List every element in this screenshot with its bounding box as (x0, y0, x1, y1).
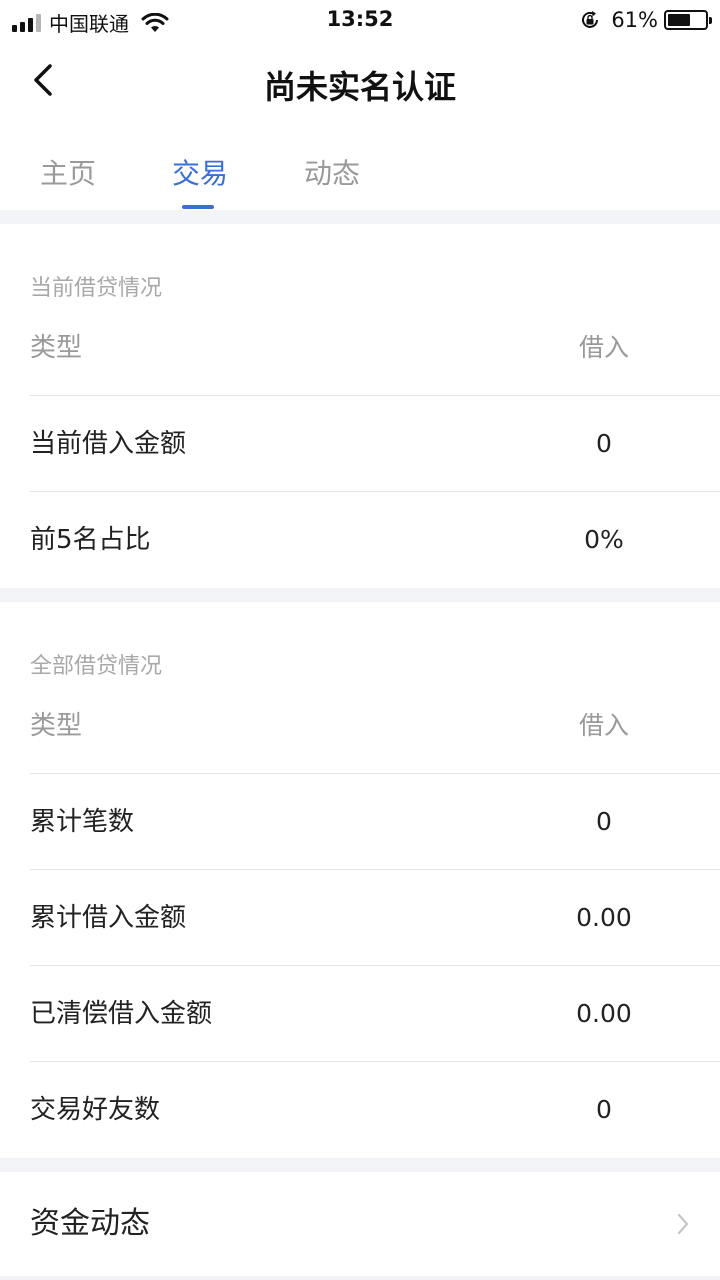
row-value: 0.00 (576, 903, 632, 932)
tab-home[interactable]: 主页 (40, 152, 96, 192)
status-bar: 中国联通 13:52 61% (0, 0, 720, 40)
row-value: 0% (584, 525, 624, 554)
battery-percent: 61% (611, 8, 658, 32)
page-title: 尚未实名认证 (263, 68, 456, 106)
table-row: 前5名占比 0% (30, 491, 720, 587)
table-row: 当前借入金额 0 (30, 395, 720, 491)
header-borrow: 借入 (578, 711, 629, 740)
nav-bar: 尚未实名认证 (0, 40, 720, 124)
rotation-lock-icon (582, 11, 599, 28)
tab-bar: 主页 交易 动态 (0, 124, 720, 210)
tab-activity[interactable]: 动态 (304, 152, 360, 192)
battery-icon (664, 10, 712, 30)
header-type: 类型 (30, 333, 83, 363)
header-type: 类型 (30, 711, 83, 741)
all-loans-section: 全部借贷情况 类型 借入 累计笔数 0 累计借入金额 0.00 已清偿借入金额 … (0, 602, 720, 1158)
section-gap (0, 1158, 720, 1172)
row-label: 交易好友数 (30, 1095, 161, 1125)
status-right: 61% (579, 8, 712, 32)
section-title: 全部借贷情况 (30, 654, 163, 679)
row-value: 0 (596, 429, 612, 458)
section-gap (0, 588, 720, 602)
section-gap (0, 210, 720, 224)
row-label: 累计笔数 (30, 807, 135, 837)
funds-activity-label: 资金动态 (30, 1206, 150, 1241)
row-label: 已清偿借入金额 (30, 999, 213, 1029)
current-loans-section: 当前借贷情况 类型 借入 当前借入金额 0 前5名占比 0% (0, 224, 720, 588)
chevron-right-icon (677, 1213, 689, 1235)
header-borrow: 借入 (578, 333, 629, 362)
tab-trade[interactable]: 交易 (172, 152, 228, 192)
bottom-gap (0, 1276, 720, 1280)
row-label: 当前借入金额 (30, 429, 187, 459)
table-row: 累计笔数 0 (30, 773, 720, 869)
table-row: 交易好友数 0 (30, 1061, 720, 1157)
table-row: 已清偿借入金额 0.00 (30, 965, 720, 1061)
row-value: 0.00 (576, 999, 632, 1028)
section-title: 当前借贷情况 (30, 276, 163, 301)
row-value: 0 (596, 1095, 612, 1124)
battery-fill (668, 14, 690, 26)
row-value: 0 (596, 807, 612, 836)
funds-activity-row[interactable]: 资金动态 (0, 1172, 720, 1276)
table-header-row: 类型 借入 (30, 300, 720, 396)
table-header-row: 类型 借入 (30, 678, 720, 774)
row-label: 前5名占比 (30, 525, 151, 555)
row-label: 累计借入金额 (30, 903, 187, 933)
table-row: 累计借入金额 0.00 (30, 869, 720, 965)
active-tab-indicator (182, 205, 214, 209)
